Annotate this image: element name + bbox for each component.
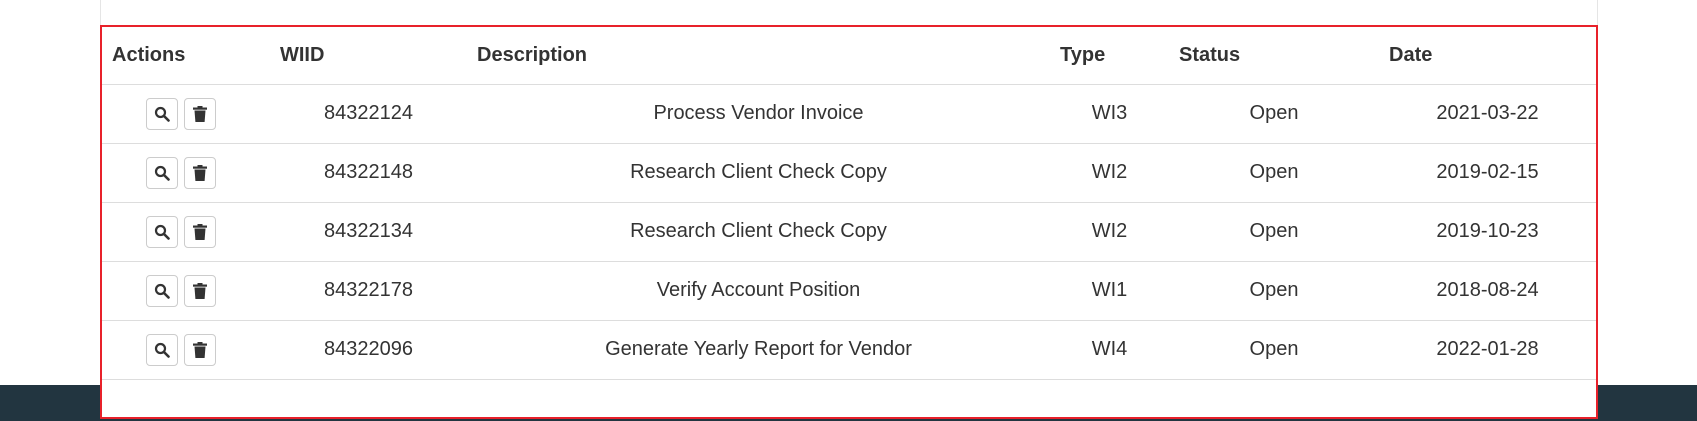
page: Actions WIID Description Type Status Dat… [0,0,1697,421]
table-row: 84322178 Verify Account Position WI1 Ope… [102,261,1596,321]
delete-button[interactable] [184,156,216,189]
column-header-status[interactable]: Status [1169,27,1379,85]
trash-icon [193,105,207,122]
cell-status: Open [1169,320,1379,380]
cell-description: Research Client Check Copy [467,143,1050,203]
cell-type: WI2 [1050,202,1169,262]
cell-date: 2019-10-23 [1379,202,1596,262]
cell-date: 2022-01-28 [1379,320,1596,380]
column-header-actions: Actions [102,27,270,85]
cell-status: Open [1169,261,1379,321]
view-button[interactable] [146,215,178,248]
cell-date: 2019-02-15 [1379,143,1596,203]
cell-wiid: 84322096 [270,320,467,380]
table-header-row: Actions WIID Description Type Status Dat… [102,27,1596,85]
row-actions [102,320,270,380]
delete-button[interactable] [184,215,216,248]
delete-button[interactable] [184,274,216,307]
row-actions [102,143,270,203]
cell-status: Open [1169,143,1379,203]
table-row: 84322134 Research Client Check Copy WI2 … [102,202,1596,262]
table-row: 84322096 Generate Yearly Report for Vend… [102,320,1596,380]
view-button[interactable] [146,333,178,366]
cell-description: Verify Account Position [467,261,1050,321]
table-row: 84322124 Process Vendor Invoice WI3 Open… [102,84,1596,144]
column-header-wiid[interactable]: WIID [270,27,467,85]
row-actions [102,261,270,321]
cell-wiid: 84322178 [270,261,467,321]
view-button[interactable] [146,97,178,130]
search-icon [154,342,170,358]
trash-icon [193,223,207,240]
search-icon [154,165,170,181]
trash-icon [193,164,207,181]
search-icon [154,224,170,240]
row-actions [102,202,270,262]
search-icon [154,283,170,299]
view-button[interactable] [146,156,178,189]
search-icon [154,106,170,122]
trash-icon [193,282,207,299]
cell-status: Open [1169,202,1379,262]
cell-wiid: 84322134 [270,202,467,262]
cell-type: WI1 [1050,261,1169,321]
table-row: 84322148 Research Client Check Copy WI2 … [102,143,1596,203]
delete-button[interactable] [184,333,216,366]
view-button[interactable] [146,274,178,307]
cell-type: WI2 [1050,143,1169,203]
cell-type: WI4 [1050,320,1169,380]
work-items-table: Actions WIID Description Type Status Dat… [102,27,1596,380]
cell-wiid: 84322124 [270,84,467,144]
cell-description: Generate Yearly Report for Vendor [467,320,1050,380]
cell-date: 2018-08-24 [1379,261,1596,321]
cell-date: 2021-03-22 [1379,84,1596,144]
cell-description: Research Client Check Copy [467,202,1050,262]
cell-description: Process Vendor Invoice [467,84,1050,144]
cell-status: Open [1169,84,1379,144]
top-panel [100,0,1598,25]
cell-wiid: 84322148 [270,143,467,203]
cell-type: WI3 [1050,84,1169,144]
work-items-table-container: Actions WIID Description Type Status Dat… [100,25,1598,419]
column-header-date[interactable]: Date [1379,27,1596,85]
column-header-description[interactable]: Description [467,27,1050,85]
row-actions [102,84,270,144]
delete-button[interactable] [184,97,216,130]
column-header-type[interactable]: Type [1050,27,1169,85]
trash-icon [193,341,207,358]
